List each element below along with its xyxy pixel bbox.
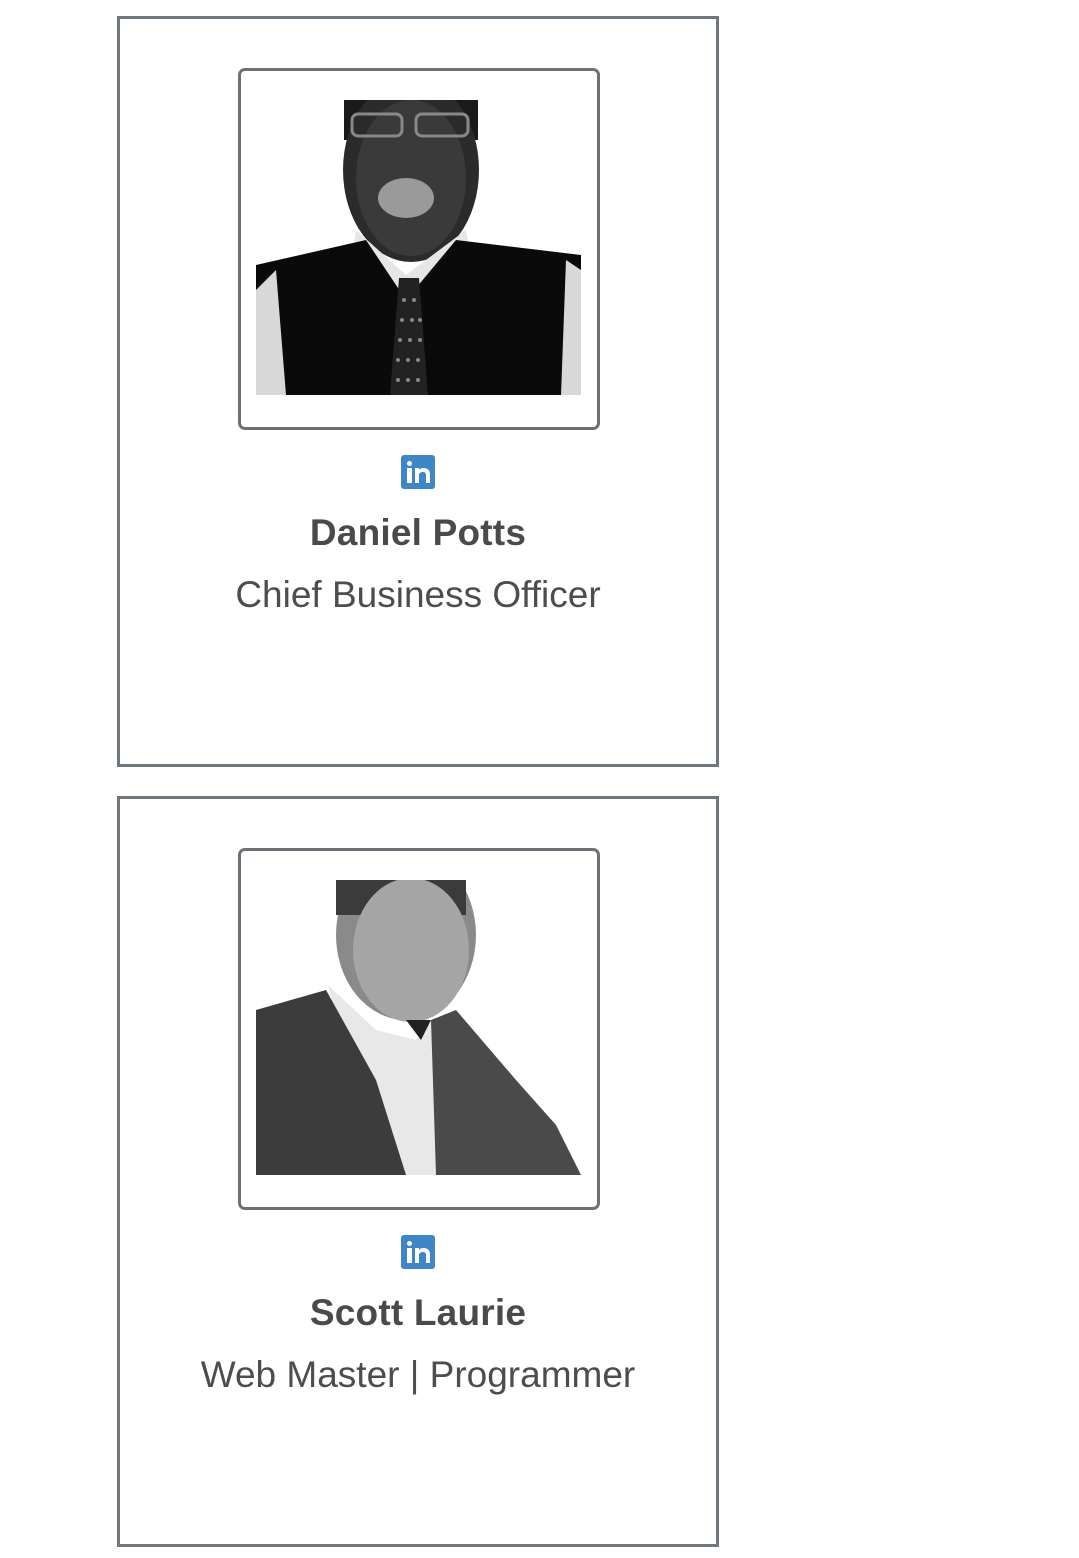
photo-frame [238, 68, 600, 430]
member-role: Web Master | Programmer [200, 1354, 636, 1395]
photo-frame [238, 848, 600, 1210]
linkedin-icon[interactable] [401, 455, 435, 489]
member-name: Scott Laurie [309, 1292, 527, 1333]
member-name: Daniel Potts [309, 512, 527, 553]
linkedin-icon[interactable] [401, 1235, 435, 1269]
member-photo [256, 880, 581, 1175]
member-photo [256, 100, 581, 395]
member-role: Chief Business Officer [235, 574, 601, 615]
team-member-card: Scott Laurie Web Master | Programmer [117, 796, 719, 1547]
team-list: Daniel Potts Chief Business Officer Scot… [0, 0, 1079, 1558]
team-member-card: Daniel Potts Chief Business Officer [117, 16, 719, 767]
